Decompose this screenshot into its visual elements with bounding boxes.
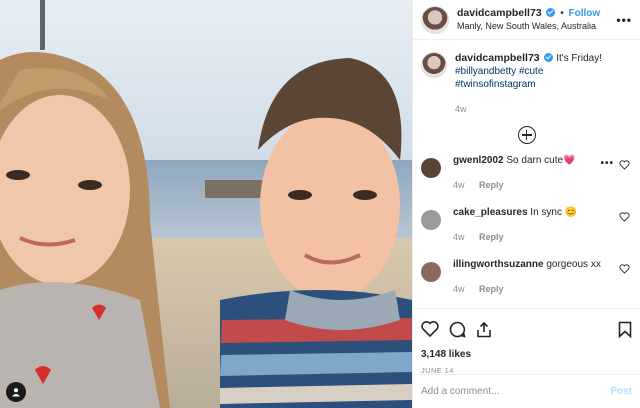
caption: davidcampbell73 It's Friday! #billyandbe… — [413, 40, 640, 116]
comment-username[interactable]: gwenl2002 — [453, 155, 504, 166]
verified-badge-icon — [544, 53, 554, 62]
comment-bubble-icon[interactable] — [449, 321, 466, 338]
avatar[interactable] — [421, 158, 441, 178]
photo-image — [0, 0, 412, 408]
comment-username[interactable]: illingworthsuzanne — [453, 259, 544, 270]
caption-username[interactable]: davidcampbell73 — [455, 52, 540, 64]
reply-button[interactable]: Reply — [479, 180, 504, 190]
heart-icon[interactable] — [619, 160, 630, 170]
action-bar: 3,148 likes JUNE 14 — [413, 308, 640, 375]
location-link[interactable]: Manly, New South Wales, Australia — [457, 20, 610, 33]
comment-input[interactable] — [421, 386, 611, 397]
likes-count[interactable]: 3,148 likes — [421, 349, 632, 360]
comment-time: 4w — [453, 232, 465, 242]
comment-body: cake_pleasures In sync 😊 4w Reply — [453, 206, 632, 258]
load-more-comments-icon[interactable] — [517, 126, 536, 144]
comment-meta: 4w Reply — [453, 283, 632, 296]
hashtag-link[interactable]: #cute — [519, 66, 543, 77]
verified-badge-icon — [546, 7, 556, 17]
add-comment-bar: Post — [413, 374, 640, 408]
post-header: davidcampbell73 • Follow Manly, New Sout… — [413, 0, 640, 40]
more-options-icon[interactable]: ••• — [616, 13, 632, 27]
username-link[interactable]: davidcampbell73 — [457, 7, 542, 19]
post-sidebar: davidcampbell73 • Follow Manly, New Sout… — [412, 0, 640, 408]
caption-text: It's Friday! — [556, 53, 602, 64]
header-text: davidcampbell73 • Follow Manly, New Sout… — [457, 7, 610, 33]
avatar[interactable] — [421, 262, 441, 282]
heart-icon[interactable] — [619, 264, 630, 274]
post-button[interactable]: Post — [610, 386, 632, 397]
bookmark-icon[interactable] — [618, 321, 632, 338]
like-heart-icon[interactable] — [421, 321, 439, 337]
caption-body: davidcampbell73 It's Friday! #billyandbe… — [455, 52, 602, 116]
comment-meta: 4w Reply — [453, 179, 632, 192]
hashtag-link[interactable]: #billyandbetty — [455, 66, 516, 77]
post-photo[interactable] — [0, 0, 412, 408]
follow-button[interactable]: Follow — [568, 8, 600, 19]
comment-meta: 4w Reply — [453, 231, 632, 244]
comment-body: illingworthsuzanne gorgeous xx 4w Reply — [453, 258, 632, 310]
comment-time: 4w — [453, 180, 465, 190]
caption-time: 4w — [455, 104, 467, 114]
comment-text: So darn cute💗 — [506, 155, 576, 166]
action-row — [421, 317, 632, 341]
comment-list: gwenl2002 So darn cute💗 4w Reply ••• cak… — [413, 144, 640, 310]
separator-dot: • — [560, 7, 564, 19]
list-item: gwenl2002 So darn cute💗 4w Reply ••• — [421, 154, 632, 206]
user-tag-icon[interactable] — [6, 382, 26, 402]
person-icon — [12, 388, 20, 397]
comment-text: gorgeous xx — [546, 259, 601, 270]
avatar[interactable] — [421, 5, 449, 34]
reply-button[interactable]: Reply — [479, 284, 504, 294]
comment-time: 4w — [453, 284, 465, 294]
comment-username[interactable]: cake_pleasures — [453, 207, 528, 218]
list-item: cake_pleasures In sync 😊 4w Reply — [421, 206, 632, 258]
share-icon[interactable] — [476, 321, 492, 338]
comment-text: In sync 😊 — [530, 207, 578, 218]
list-item: illingworthsuzanne gorgeous xx 4w Reply — [421, 258, 632, 310]
hashtag-link[interactable]: #twinsofinstagram — [455, 79, 536, 90]
avatar[interactable] — [421, 210, 441, 230]
comment-more-icon[interactable]: ••• — [600, 158, 614, 169]
reply-button[interactable]: Reply — [479, 232, 504, 242]
instagram-post-view: davidcampbell73 • Follow Manly, New Sout… — [0, 0, 640, 408]
heart-icon[interactable] — [619, 212, 630, 222]
caption-avatar[interactable] — [421, 52, 447, 78]
